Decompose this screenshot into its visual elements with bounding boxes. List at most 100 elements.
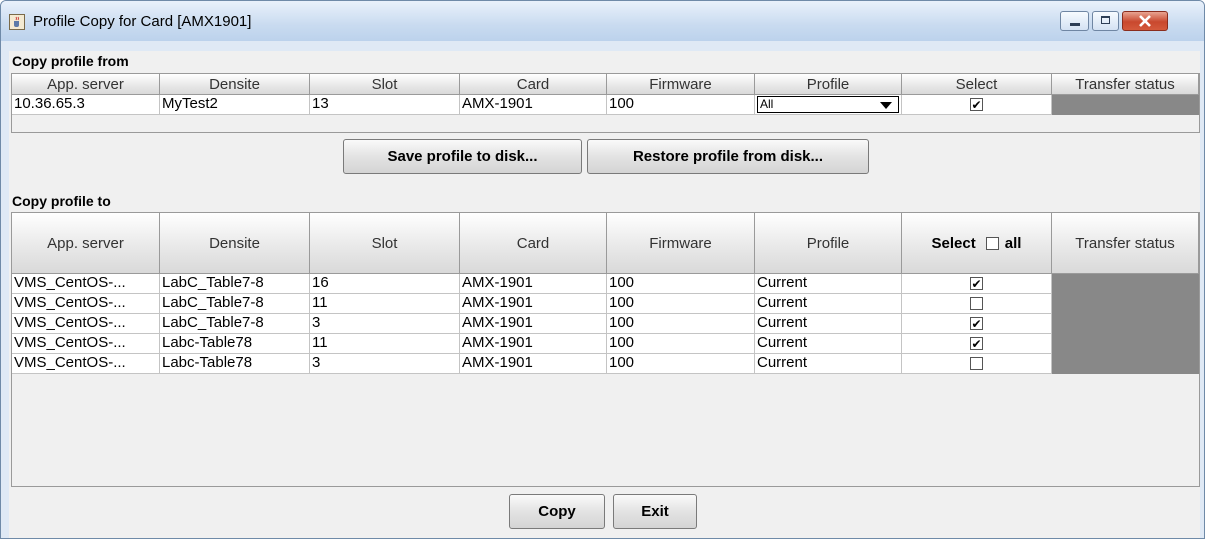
to-header-slot: Slot xyxy=(310,213,460,274)
select-all-checkbox[interactable] xyxy=(985,236,999,250)
from-header-select: Select xyxy=(902,74,1052,95)
select-all-label: all xyxy=(1004,234,1022,252)
maximize-icon xyxy=(1101,16,1110,24)
slot-cell: 16 xyxy=(310,274,460,294)
profile-cell: Current xyxy=(755,294,902,314)
from-header-label: Transfer status xyxy=(1075,75,1175,93)
to-header-label: Slot xyxy=(371,234,398,252)
app-server-cell: VMS_CentOS-... xyxy=(12,274,160,294)
densite-cell: LabC_Table7-8 xyxy=(160,314,310,334)
densite-cell: LabC_Table7-8 xyxy=(160,294,310,314)
minimize-button[interactable] xyxy=(1060,11,1089,31)
from-header-card: Card xyxy=(460,74,607,95)
from-header-profile: Profile xyxy=(755,74,902,95)
profile-dropdown-value: All xyxy=(760,97,774,111)
from-header-app-server: App. server xyxy=(12,74,160,95)
close-button[interactable] xyxy=(1122,11,1168,31)
select-cell[interactable]: ✔ xyxy=(902,334,1052,354)
profile-cell: Current xyxy=(755,314,902,334)
firmware-cell: 100 xyxy=(607,95,755,115)
slot-cell: 3 xyxy=(310,354,460,374)
select-cell[interactable]: ✔ xyxy=(902,95,1052,115)
transfer-status-cell xyxy=(1052,274,1199,294)
select-checkbox[interactable]: ✔ xyxy=(970,337,983,350)
profile-cell: Current xyxy=(755,334,902,354)
from-header-firmware: Firmware xyxy=(607,74,755,95)
from-header-status: Transfer status xyxy=(1052,74,1199,95)
card-cell: AMX-1901 xyxy=(460,354,607,374)
app-server-cell: VMS_CentOS-... xyxy=(12,354,160,374)
select-cell[interactable]: ✔ xyxy=(902,274,1052,294)
from-header-slot: Slot xyxy=(310,74,460,95)
chevron-down-icon xyxy=(880,102,892,109)
to-header-firmware: Firmware xyxy=(607,213,755,274)
firmware-cell: 100 xyxy=(607,314,755,334)
to-header-select: Select all xyxy=(902,213,1052,274)
select-checkbox[interactable] xyxy=(970,297,983,310)
from-header-label: Select xyxy=(955,75,998,93)
java-cup-icon xyxy=(9,14,25,30)
window-title: Profile Copy for Card [AMX1901] xyxy=(33,13,252,30)
from-header-label: Densite xyxy=(209,75,260,93)
copy-from-table: App. server Densite Slot Card Firmware Profil… xyxy=(11,73,1200,133)
table-row[interactable]: VMS_CentOS-... LabC_Table7-8 3 AMX-1901 100 C… xyxy=(12,314,1199,334)
profile-dropdown[interactable]: All xyxy=(757,96,899,113)
profile-copy-window: Profile Copy for Card [AMX1901] Copy pro… xyxy=(0,0,1205,539)
title-bar[interactable]: Profile Copy for Card [AMX1901] xyxy=(1,1,1204,41)
firmware-cell: 100 xyxy=(607,294,755,314)
select-checkbox[interactable]: ✔ xyxy=(970,317,983,330)
densite-cell: LabC_Table7-8 xyxy=(160,274,310,294)
profile-cell: Current xyxy=(755,354,902,374)
minimize-icon xyxy=(1070,23,1080,26)
profile-cell: Current xyxy=(755,274,902,294)
app-server-cell: VMS_CentOS-... xyxy=(12,334,160,354)
select-cell[interactable] xyxy=(902,294,1052,314)
to-header-label: Card xyxy=(516,234,550,252)
exit-button[interactable]: Exit xyxy=(613,494,697,529)
restore-profile-button[interactable]: Restore profile from disk... xyxy=(587,139,869,174)
card-cell: AMX-1901 xyxy=(460,294,607,314)
select-checkbox[interactable]: ✔ xyxy=(970,98,983,111)
select-checkbox[interactable] xyxy=(970,357,983,370)
to-header-profile: Profile xyxy=(755,213,902,274)
card-cell: AMX-1901 xyxy=(460,274,607,294)
firmware-cell: 100 xyxy=(607,354,755,374)
copy-from-label: Copy profile from xyxy=(12,53,129,69)
table-row[interactable]: VMS_CentOS-... Labc-Table78 11 AMX-1901 100 C… xyxy=(12,334,1199,354)
to-header-label: Firmware xyxy=(649,234,712,252)
slot-cell: 11 xyxy=(310,294,460,314)
densite-cell: Labc-Table78 xyxy=(160,334,310,354)
from-header-label: Slot xyxy=(371,75,398,93)
select-cell[interactable]: ✔ xyxy=(902,314,1052,334)
copy-to-label: Copy profile to xyxy=(12,193,111,209)
to-header-app-server: App. server xyxy=(12,213,160,274)
table-row[interactable]: VMS_CentOS-... LabC_Table7-8 16 AMX-1901 100… xyxy=(12,274,1199,294)
card-cell: AMX-1901 xyxy=(460,334,607,354)
transfer-status-cell xyxy=(1052,314,1199,334)
to-header-label: Densite xyxy=(209,234,260,252)
copy-button[interactable]: Copy xyxy=(509,494,605,529)
slot-cell: 3 xyxy=(310,314,460,334)
save-profile-button[interactable]: Save profile to disk... xyxy=(343,139,582,174)
slot-cell: 11 xyxy=(310,334,460,354)
table-row[interactable]: VMS_CentOS-... Labc-Table78 3 AMX-1901 100 Cu… xyxy=(12,354,1199,374)
to-header-label: App. server xyxy=(47,234,124,252)
table-row[interactable]: VMS_CentOS-... LabC_Table7-8 11 AMX-1901 100… xyxy=(12,294,1199,314)
to-header-status: Transfer status xyxy=(1052,213,1199,274)
to-header-card: Card xyxy=(460,213,607,274)
to-header-label: Profile xyxy=(806,234,850,252)
from-header-label: Card xyxy=(516,75,550,93)
select-cell[interactable] xyxy=(902,354,1052,374)
close-icon xyxy=(1139,15,1151,27)
select-checkbox[interactable]: ✔ xyxy=(970,277,983,290)
card-cell: AMX-1901 xyxy=(460,314,607,334)
maximize-button[interactable] xyxy=(1092,11,1119,31)
transfer-status-cell xyxy=(1052,95,1199,115)
transfer-status-cell xyxy=(1052,334,1199,354)
copy-from-row[interactable]: 10.36.65.3 MyTest2 13 AMX-1901 100 All ✔ xyxy=(12,95,1199,115)
dialog-content: Copy profile from App. server Densite Slot… xyxy=(9,51,1200,538)
from-header-label: App. server xyxy=(47,75,124,93)
app-server-cell: VMS_CentOS-... xyxy=(12,294,160,314)
profile-cell[interactable]: All xyxy=(755,95,902,115)
slot-cell: 13 xyxy=(310,95,460,115)
